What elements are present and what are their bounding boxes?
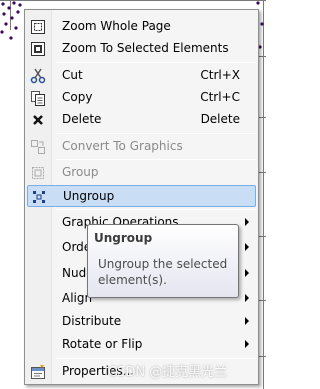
- watermark: CSDN @捷克黑光兰: [108, 365, 228, 380]
- menu-item-label: Group: [62, 165, 99, 179]
- submenu-arrow-icon: [245, 218, 249, 226]
- menu-item-label: Copy: [62, 90, 93, 104]
- menu-item-label: Rotate or Flip: [62, 337, 143, 351]
- submenu-arrow-icon: [245, 340, 249, 348]
- properties-icon: [29, 363, 47, 381]
- menu-separator: [56, 209, 256, 210]
- menu-item-label: Zoom To Selected Elements: [62, 41, 229, 55]
- menu-item-label: Ungroup: [63, 189, 115, 203]
- submenu-arrow-icon: [245, 317, 249, 325]
- menu-item-label: Zoom Whole Page: [62, 19, 171, 33]
- delete-x-icon: [29, 111, 47, 129]
- menu-item-label: Delete: [62, 112, 102, 126]
- menu-item-copy[interactable]: Copy Ctrl+C: [27, 87, 256, 109]
- menu-item-shortcut: Ctrl+X: [200, 68, 240, 82]
- menu-item-shortcut: Delete: [200, 112, 240, 126]
- menu-item-cut[interactable]: Cut Ctrl+X: [27, 65, 256, 87]
- menu-item-ungroup[interactable]: Ungroup: [27, 185, 256, 207]
- menu-item-label: Convert To Graphics: [62, 139, 183, 153]
- menu-separator: [56, 62, 256, 63]
- menu-item-delete[interactable]: Delete Delete: [27, 109, 256, 131]
- zoom-selected-icon: [29, 40, 47, 58]
- context-menu: Zoom Whole Page Zoom To Selected Element…: [24, 9, 259, 385]
- submenu-arrow-icon: [245, 294, 249, 302]
- menu-item-group[interactable]: Group: [27, 162, 256, 184]
- convert-graphics-icon: [29, 138, 47, 156]
- tooltip-title: Ungroup: [94, 231, 153, 245]
- menu-item-zoom-selected[interactable]: Zoom To Selected Elements: [27, 38, 256, 60]
- ungroup-icon: [30, 188, 48, 206]
- menu-item-zoom-whole-page[interactable]: Zoom Whole Page: [27, 16, 256, 38]
- menu-separator: [56, 358, 256, 359]
- tooltip-body: Ungroup the selected element(s).: [98, 257, 228, 287]
- menu-separator: [56, 159, 256, 160]
- menu-item-distribute[interactable]: Distribute: [27, 311, 256, 333]
- submenu-arrow-icon: [245, 243, 249, 251]
- scissors-icon: [29, 67, 47, 85]
- submenu-arrow-icon: [245, 269, 249, 277]
- copy-icon: [29, 89, 47, 107]
- ungroup-tooltip: Ungroup Ungroup the selected element(s).: [87, 224, 239, 298]
- menu-item-label: Distribute: [62, 314, 122, 328]
- group-icon: [29, 164, 47, 182]
- zoom-page-icon: [29, 18, 47, 36]
- menu-separator: [56, 133, 256, 134]
- menu-item-convert-to-graphics[interactable]: Convert To Graphics: [27, 136, 256, 158]
- menu-item-shortcut: Ctrl+C: [200, 90, 240, 104]
- menu-item-label: Cut: [62, 68, 83, 82]
- menu-item-rotate-or-flip[interactable]: Rotate or Flip: [27, 334, 256, 356]
